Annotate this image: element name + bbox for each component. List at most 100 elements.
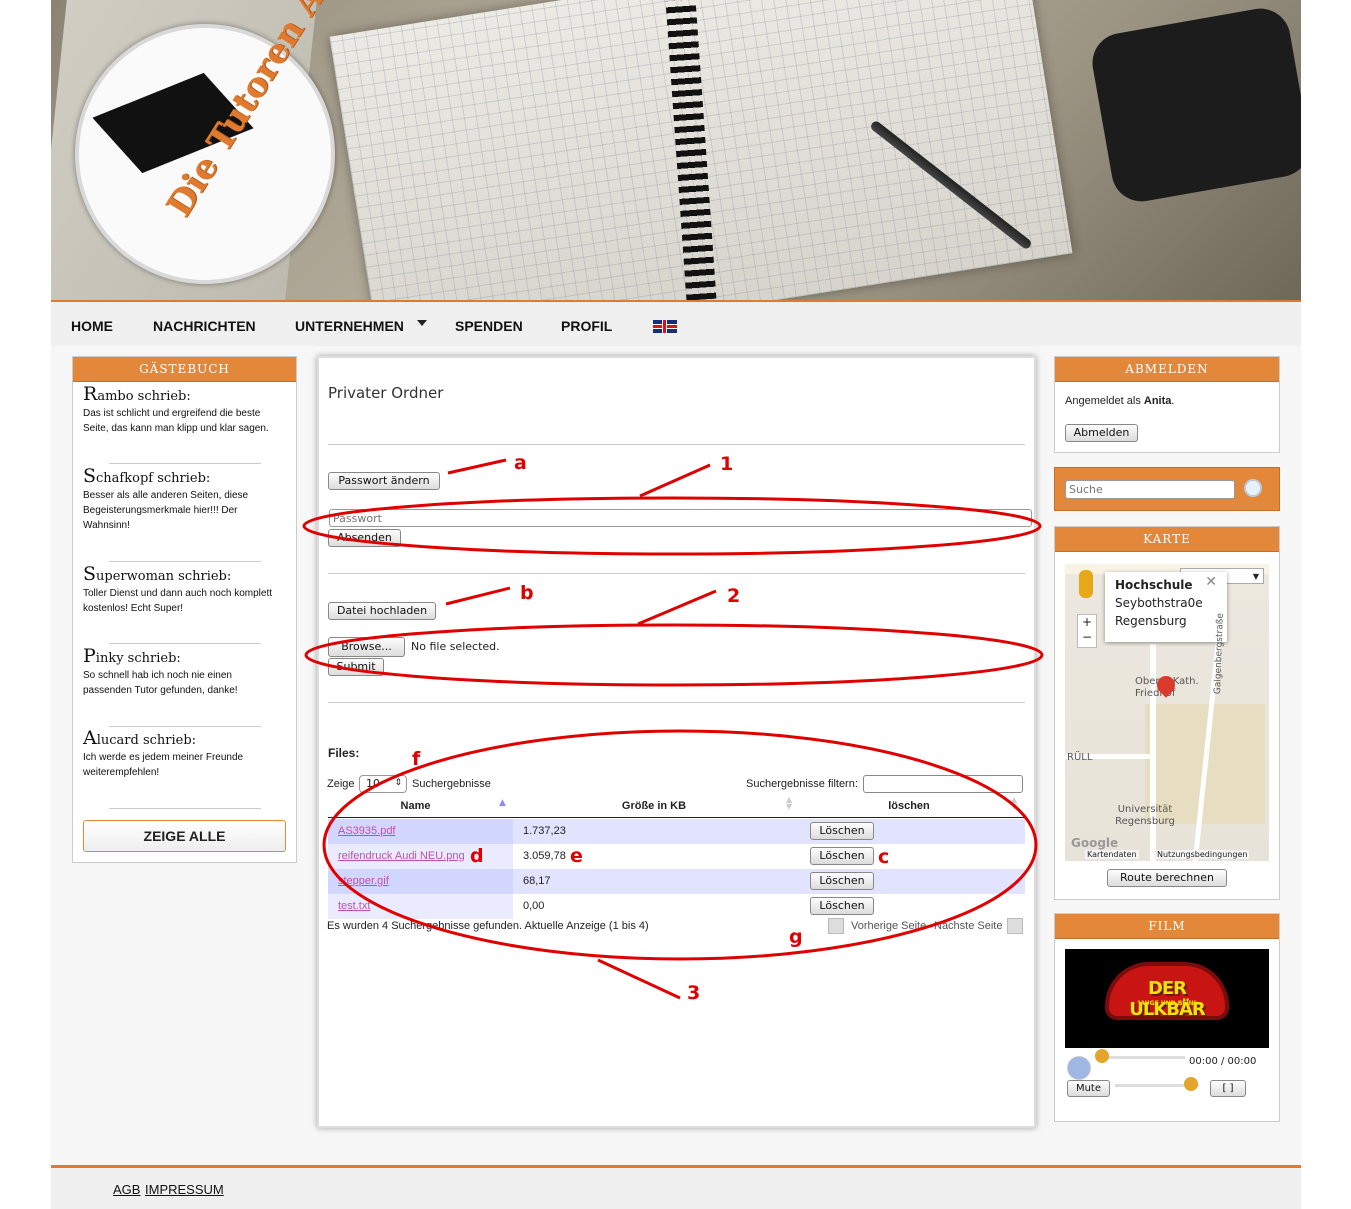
divider	[328, 444, 1025, 445]
login-status: Angemeldet als Anita.	[1065, 395, 1174, 407]
map-view[interactable]: +− Karte▼ Hochschule Seybothstra0e Regen…	[1065, 564, 1269, 861]
file-link[interactable]: stepper.gif	[338, 875, 389, 887]
delete-button[interactable]: Löschen	[810, 822, 874, 840]
file-status: No file selected.	[411, 640, 500, 653]
progress-track[interactable]	[1097, 1056, 1185, 1059]
col-delete[interactable]: löschen	[799, 800, 1019, 812]
fullscreen-button[interactable]: [ ]	[1210, 1080, 1246, 1097]
volume-handle[interactable]	[1184, 1077, 1198, 1091]
footer-link-agb[interactable]: AGB	[113, 1182, 140, 1197]
page-size-select[interactable]: 10 ⇕	[359, 775, 407, 793]
mute-button[interactable]: Mute	[1067, 1080, 1110, 1097]
annotation-e: e	[570, 845, 583, 867]
logout-title: ABMELDEN	[1055, 357, 1279, 382]
play-icon[interactable]	[1067, 1056, 1091, 1080]
delete-button[interactable]: Löschen	[810, 897, 874, 915]
entry-text: So schnell hab ich noch nie einen passen…	[83, 670, 238, 696]
file-link[interactable]: AS3935.pdf	[338, 825, 396, 837]
guestbook-entry: Superwoman schrieb: Toller Dienst und da…	[83, 565, 283, 616]
footer-link-impressum[interactable]: IMPRESSUM	[145, 1182, 224, 1197]
file-link[interactable]: reifendruck Audi NEU.png	[338, 850, 465, 862]
map-info-window: Hochschule Seybothstra0e Regensburg ✕	[1105, 572, 1227, 642]
close-icon[interactable]: ✕	[1205, 573, 1217, 591]
filter-label: Suchergebnisse filtern:	[746, 778, 858, 790]
map-title: KARTE	[1055, 527, 1279, 552]
uk-flag-icon[interactable]	[653, 320, 677, 333]
film-title: FILM	[1055, 914, 1279, 939]
film-box: FILM DER ULKBÄR "AUGE UND BEIN" 00:00 / …	[1054, 913, 1280, 1122]
annotation-g: g	[789, 926, 803, 948]
divider	[109, 643, 261, 644]
main-panel: Privater Ordner Passwort ändern Absenden…	[317, 356, 1036, 1128]
logout-button[interactable]: Abmelden	[1065, 424, 1138, 442]
map-terms-link[interactable]: Nutzungsbedingungen	[1155, 850, 1250, 859]
table-row: reifendruck Audi NEU.png 3.059,78 Lösche…	[328, 844, 1025, 869]
table-header-line	[328, 817, 1025, 818]
nav-profil[interactable]: PROFIL	[561, 318, 612, 334]
zoom-control[interactable]: + −	[1077, 614, 1097, 648]
nav-unternehmen[interactable]: UNTERNEHMEN	[295, 318, 404, 334]
file-link[interactable]: test.txt	[338, 900, 370, 912]
prev-page-link[interactable]: Vorherige Seite	[851, 920, 926, 932]
page-title: Privater Ordner	[328, 384, 444, 402]
route-button[interactable]: Route berechnen	[1107, 869, 1227, 887]
annotation-a: a	[514, 452, 527, 474]
footer: AGB IMPRESSUM	[51, 1165, 1301, 1209]
video-thumbnail: DER ULKBÄR "AUGE UND BEIN"	[1109, 966, 1225, 1020]
map-label: Galgenbergstraße	[1213, 612, 1226, 695]
guestbook-entry: Alucard schrieb: Ich werde es jedem mein…	[83, 729, 283, 780]
entry-initial: S	[83, 465, 97, 487]
video-player[interactable]: DER ULKBÄR "AUGE UND BEIN"	[1065, 949, 1269, 1048]
entry-author: uperwoman schrieb:	[96, 569, 232, 584]
sort-both-icon[interactable]: ▲ ▼	[1011, 796, 1017, 811]
browse-button[interactable]: Browse...	[328, 637, 405, 657]
annotation-f: f	[412, 748, 421, 770]
guestbook-title: GÄSTEBUCH	[73, 357, 296, 382]
dropdown-arrow-icon[interactable]	[417, 320, 427, 326]
street-view-icon[interactable]	[1079, 570, 1093, 598]
popup-line: Seybothstra0e	[1115, 596, 1203, 610]
nav-spenden[interactable]: SPENDEN	[455, 318, 523, 334]
col-name[interactable]: Name	[328, 800, 503, 812]
site-logo[interactable]: Die Tutoren AG	[75, 0, 348, 284]
divider	[109, 463, 261, 464]
map-label: RÜLL	[1067, 752, 1093, 763]
updown-icon: ⇕	[394, 778, 402, 788]
delete-button[interactable]: Löschen	[810, 847, 874, 865]
nav-home[interactable]: HOME	[71, 318, 113, 334]
next-page-link[interactable]: Nächste Seite	[934, 920, 1002, 932]
file-size: 3.059,78	[523, 850, 566, 862]
page: Die Tutoren AG HOME NACHRICHTEN UNTERNEH…	[51, 0, 1301, 1209]
password-input[interactable]	[329, 509, 1032, 527]
sort-both-icon[interactable]: ▲ ▼	[786, 796, 792, 811]
entry-initial: R	[83, 383, 98, 405]
annotation-b: b	[520, 582, 534, 604]
next-page-icon[interactable]	[1007, 918, 1023, 934]
prev-page-icon[interactable]	[828, 918, 844, 934]
entry-author: lucard schrieb:	[96, 733, 197, 748]
entry-initial: A	[83, 727, 97, 749]
annotation-d: d	[470, 845, 484, 867]
page-size-value: 10	[366, 777, 380, 790]
col-size[interactable]: Größe in KB	[514, 800, 794, 812]
delete-button[interactable]: Löschen	[810, 872, 874, 890]
sort-asc-icon[interactable]: ▲	[499, 798, 506, 808]
login-suffix: .	[1171, 395, 1175, 407]
upload-file-button[interactable]: Datei hochladen	[328, 602, 436, 620]
file-size: 0,00	[523, 900, 545, 912]
annotation-2: 2	[727, 585, 741, 607]
show-all-button[interactable]: ZEIGE ALLE	[83, 820, 286, 852]
send-button[interactable]: Absenden	[328, 529, 401, 547]
time-display: 00:00 / 00:00	[1189, 1056, 1257, 1067]
table-info: Es wurden 4 Suchergebnisse gefunden. Akt…	[327, 920, 649, 932]
submit-button[interactable]: Submit	[328, 658, 384, 676]
search-box	[1054, 467, 1280, 511]
change-password-button[interactable]: Passwort ändern	[328, 472, 440, 490]
search-input[interactable]	[1065, 480, 1235, 499]
entry-text: Ich werde es jedem meiner Freunde weiter…	[83, 752, 244, 778]
map-attribution[interactable]: Kartendaten	[1085, 850, 1139, 859]
filter-input[interactable]	[863, 775, 1023, 793]
progress-handle[interactable]	[1095, 1049, 1109, 1063]
search-icon[interactable]	[1244, 479, 1262, 497]
nav-nachrichten[interactable]: NACHRICHTEN	[153, 318, 256, 334]
